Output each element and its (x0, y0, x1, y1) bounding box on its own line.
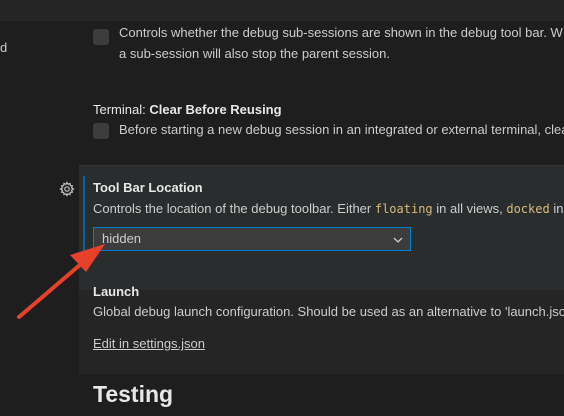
sub-sessions-description-line1: Controls whether the debug sub-sessions … (119, 25, 563, 40)
description-text: in all views, (432, 201, 507, 216)
toolbar-location-title: Tool Bar Location (93, 180, 203, 195)
code-floating: floating (374, 202, 433, 216)
description-text: Controls the location of the debug toolb… (93, 201, 375, 216)
launch-setting (79, 290, 564, 374)
gear-icon[interactable] (59, 181, 75, 197)
terminal-clear-before-reusing-checkbox[interactable] (93, 123, 109, 139)
focus-indicator (83, 176, 85, 266)
setting-name: Tool Bar Location (93, 180, 203, 195)
toolbar-location-description: Controls the location of the debug toolb… (93, 201, 563, 216)
sidebar-item-fragment[interactable]: d (0, 40, 7, 55)
setting-name: Clear Before Reusing (149, 102, 282, 117)
setting-name: Launch (93, 284, 140, 299)
chevron-down-icon (393, 237, 403, 243)
sub-sessions-description-line2: a sub-session will also stop the parent … (119, 46, 390, 61)
terminal-clear-before-reusing-title: Terminal: Clear Before Reusing (93, 102, 282, 117)
setting-category: Terminal: (93, 102, 150, 117)
launch-description: Global debug launch configuration. Shoul… (93, 304, 564, 319)
sub-sessions-checkbox[interactable] (93, 29, 109, 45)
terminal-clear-before-reusing-description: Before starting a new debug session in a… (119, 122, 564, 137)
edit-in-settings-json-link[interactable]: Edit in settings.json (93, 336, 205, 351)
editor-top-bar (0, 0, 564, 22)
toolbar-location-dropdown[interactable]: hidden (93, 227, 411, 251)
settings-editor: d Controls whether the debug sub-session… (0, 0, 564, 416)
launch-title: Launch (93, 284, 139, 299)
section-title-testing: Testing (93, 381, 174, 407)
settings-list: Controls whether the debug sub-sessions … (79, 21, 564, 416)
dropdown-selected-value: hidden (102, 231, 142, 246)
code-docked: docked (506, 202, 550, 216)
description-text: in (549, 201, 564, 216)
settings-toc-sidebar: d (0, 21, 79, 416)
